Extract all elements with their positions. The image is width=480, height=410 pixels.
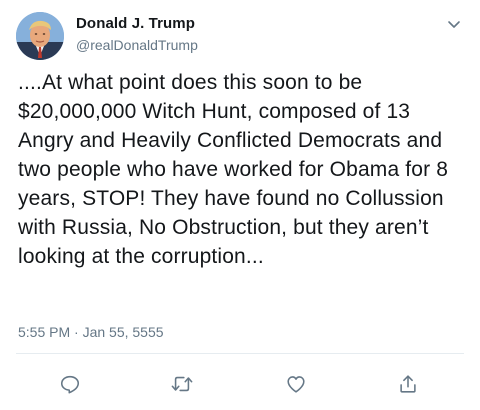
tweet-header: Donald J. Trump @realDonaldTrump — [16, 8, 466, 64]
author-handle[interactable]: @realDonaldTrump — [76, 37, 198, 53]
retweet-icon[interactable] — [168, 370, 196, 398]
reply-icon[interactable] — [56, 370, 84, 398]
share-icon[interactable] — [394, 370, 422, 398]
divider — [16, 353, 464, 354]
chevron-down-icon[interactable] — [442, 12, 466, 36]
tweet-card: Donald J. Trump @realDonaldTrump ....At … — [0, 0, 480, 410]
author-name[interactable]: Donald J. Trump — [76, 15, 195, 32]
tweet-actions — [0, 366, 480, 402]
tweet-timestamp[interactable]: 5:55 PM · Jan 55, 5555 — [18, 324, 164, 340]
heart-icon[interactable] — [282, 370, 310, 398]
tweet-text: ....At what point does this soon to be $… — [18, 71, 449, 268]
avatar[interactable] — [16, 12, 64, 60]
